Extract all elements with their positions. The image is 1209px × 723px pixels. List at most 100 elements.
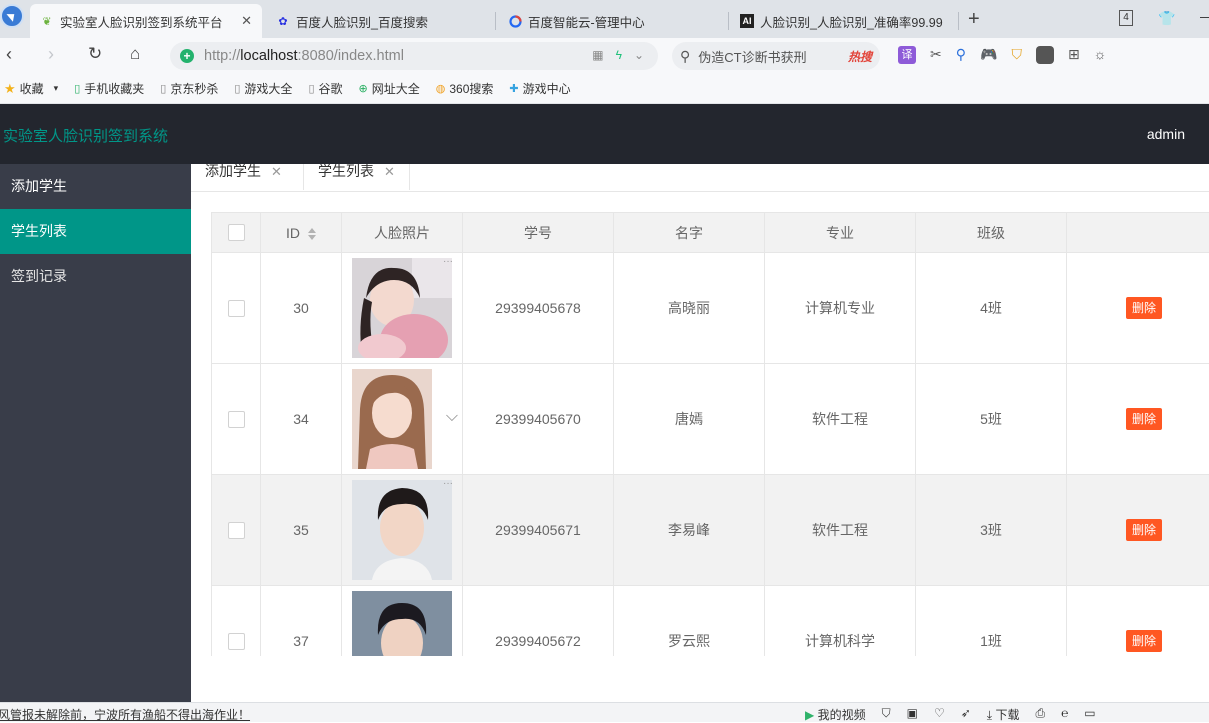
cell-id: 34 <box>261 364 342 475</box>
cell-name: 唐嫣 <box>614 364 765 475</box>
chevron-down-icon[interactable]: ⌵ <box>446 408 458 426</box>
gamepad-icon[interactable]: 🎮 <box>980 46 997 64</box>
browser-tab-baidu-search[interactable]: ✿ 百度人脸识别_百度搜索 <box>266 4 492 38</box>
browser-tab-active[interactable]: ❦ 实验室人脸识别签到系统平台 ✕ <box>30 4 262 38</box>
delete-button[interactable]: 删除 <box>1126 297 1162 319</box>
face-photo[interactable]: ··· <box>352 258 452 358</box>
search-input[interactable]: ⚲ 伪造CT诊断书获刑 热搜 <box>672 42 880 70</box>
bookmark-games[interactable]: ▯ 游戏大全 <box>234 80 292 97</box>
sidebar-item-add-student[interactable]: 添加学生 <box>0 164 191 209</box>
bookmark-mobile[interactable]: ▯手机收藏夹 <box>74 80 144 97</box>
download-button[interactable]: ⤓ 下载 <box>987 706 1020 723</box>
ie-icon[interactable]: ℮ <box>1061 706 1068 723</box>
cell-actions: 删除 <box>1067 253 1209 364</box>
page-icon: ▯ <box>234 82 240 95</box>
close-icon[interactable]: ✕ <box>271 164 282 179</box>
bookmark-label: 京东秒杀 <box>170 80 218 97</box>
bookmark-label: 游戏中心 <box>523 80 571 97</box>
hot-search-badge[interactable]: 热搜 <box>848 48 872 65</box>
cell-id: 35 <box>261 475 342 586</box>
select-all-checkbox[interactable] <box>228 224 245 241</box>
minimize-icon[interactable]: — <box>1200 8 1209 24</box>
grid-apps-icon[interactable]: ⊞ <box>1068 46 1080 64</box>
cell-photo: ⌵ <box>342 364 463 475</box>
rocket-icon[interactable]: ➶ <box>961 706 971 723</box>
shield-badge-icon[interactable]: ⛉ <box>1011 46 1022 64</box>
browser-tab-title: 百度智能云-管理中心 <box>528 12 645 31</box>
close-icon[interactable]: ✕ <box>384 164 395 179</box>
print-icon[interactable]: ⎙ <box>1035 706 1045 723</box>
browser-logo-icon[interactable] <box>0 4 24 28</box>
health-heart-icon[interactable]: ♡ <box>934 706 945 723</box>
qr-code-icon[interactable]: ▦ <box>592 48 603 62</box>
face-photo[interactable]: ··· <box>352 480 452 580</box>
row-checkbox[interactable] <box>228 522 245 539</box>
magnifier-icon[interactable]: ⚲ <box>956 46 966 64</box>
tab-label: 学生列表 <box>318 164 374 179</box>
delete-button[interactable]: 删除 <box>1126 408 1162 430</box>
bookmark-jd[interactable]: ▯京东秒杀 <box>160 80 218 97</box>
app-logo[interactable]: 实验室人脸识别签到系统 <box>3 125 168 146</box>
sidebar-item-checkin-records[interactable]: 签到记录 <box>0 254 191 299</box>
translate-icon[interactable]: 译 <box>898 46 916 64</box>
close-tab-icon[interactable]: ✕ <box>241 13 252 29</box>
forward-arrow-icon[interactable]: › <box>48 44 54 65</box>
header-label: ID <box>286 225 300 241</box>
row-checkbox[interactable] <box>228 300 245 317</box>
reload-icon[interactable]: ↻ <box>88 44 102 64</box>
globe-icon: ⊕ <box>359 82 368 95</box>
tab-separator <box>495 12 496 30</box>
news-ticker-link[interactable]: 风管报未解除前，宁波所有渔船不得出海作业！ <box>0 706 250 723</box>
browser-tab-baidu-cloud[interactable]: 百度智能云-管理中心 <box>498 4 726 38</box>
url-input[interactable]: + http://localhost:8080/index.html ▦ ϟ ⌄ <box>170 42 658 70</box>
back-arrow-icon[interactable]: ‹ <box>6 44 12 65</box>
video-play-icon: ▶ <box>805 708 814 722</box>
bookmark-google[interactable]: ▯谷歌 <box>308 80 342 97</box>
reader-icon[interactable] <box>1036 46 1054 64</box>
delete-button[interactable]: 删除 <box>1126 519 1162 541</box>
sidebar-item-student-list[interactable]: 学生列表 <box>0 209 191 254</box>
cell-name: 李易峰 <box>614 475 765 586</box>
bookmark-360[interactable]: ◍360搜索 <box>436 80 494 97</box>
home-icon[interactable]: ⌂ <box>130 44 140 64</box>
chevron-down-icon[interactable]: ⌄ <box>634 48 644 62</box>
header-major: 专业 <box>765 213 916 253</box>
header-id[interactable]: ID <box>261 213 342 253</box>
skin-shirt-icon[interactable]: 👕 <box>1158 10 1175 27</box>
tab-student-list[interactable]: 学生列表 ✕ <box>303 164 410 190</box>
row-select-cell <box>212 586 261 657</box>
cell-name: 罗云熙 <box>614 586 765 657</box>
tab-add-student[interactable]: 添加学生✕ <box>191 164 296 192</box>
sort-icon[interactable] <box>308 228 316 240</box>
bookmark-game-center[interactable]: ✚游戏中心 <box>509 80 570 97</box>
bookmark-label: 手机收藏夹 <box>84 80 144 97</box>
scissors-icon[interactable]: ✂ <box>930 46 942 64</box>
cell-actions: 删除 <box>1067 475 1209 586</box>
baidu-cloud-icon <box>508 14 522 28</box>
row-checkbox[interactable] <box>228 633 245 650</box>
my-video-button[interactable]: ▶ 我的视频 <box>805 706 866 723</box>
settings-gear-icon[interactable]: ☼ <box>1094 46 1107 64</box>
image-icon[interactable]: ▣ <box>907 706 918 723</box>
more-dots-icon[interactable]: ··· <box>443 258 452 267</box>
page-icon: ▯ <box>308 82 314 95</box>
lightning-icon[interactable]: ϟ <box>616 48 622 62</box>
row-select-cell <box>212 475 261 586</box>
shield-icon[interactable]: ⛉ <box>882 706 891 723</box>
bookmark-favorites[interactable]: ★收藏▾ <box>4 80 58 97</box>
delete-button[interactable]: 删除 <box>1126 630 1162 652</box>
star-icon: ★ <box>4 81 16 97</box>
cell-actions: 删除 <box>1067 586 1209 657</box>
window-icon[interactable]: ▭ <box>1084 706 1095 723</box>
browser-tab-face-recognition[interactable]: AI 人脸识别_人脸识别_准确率99.99 <box>730 4 958 38</box>
tab-count-icon[interactable]: 4 <box>1119 10 1133 26</box>
more-dots-icon[interactable]: ··· <box>443 480 452 489</box>
new-tab-plus-icon[interactable]: + <box>968 8 980 31</box>
user-menu[interactable]: admin <box>1147 126 1185 142</box>
bookmark-hao[interactable]: ⊕网址大全 <box>359 80 420 97</box>
face-photo[interactable] <box>352 591 452 656</box>
row-checkbox[interactable] <box>228 411 245 428</box>
bookmark-label: 游戏大全 <box>244 80 292 97</box>
header-photo: 人脸照片 <box>342 213 463 253</box>
face-photo[interactable] <box>352 369 432 469</box>
